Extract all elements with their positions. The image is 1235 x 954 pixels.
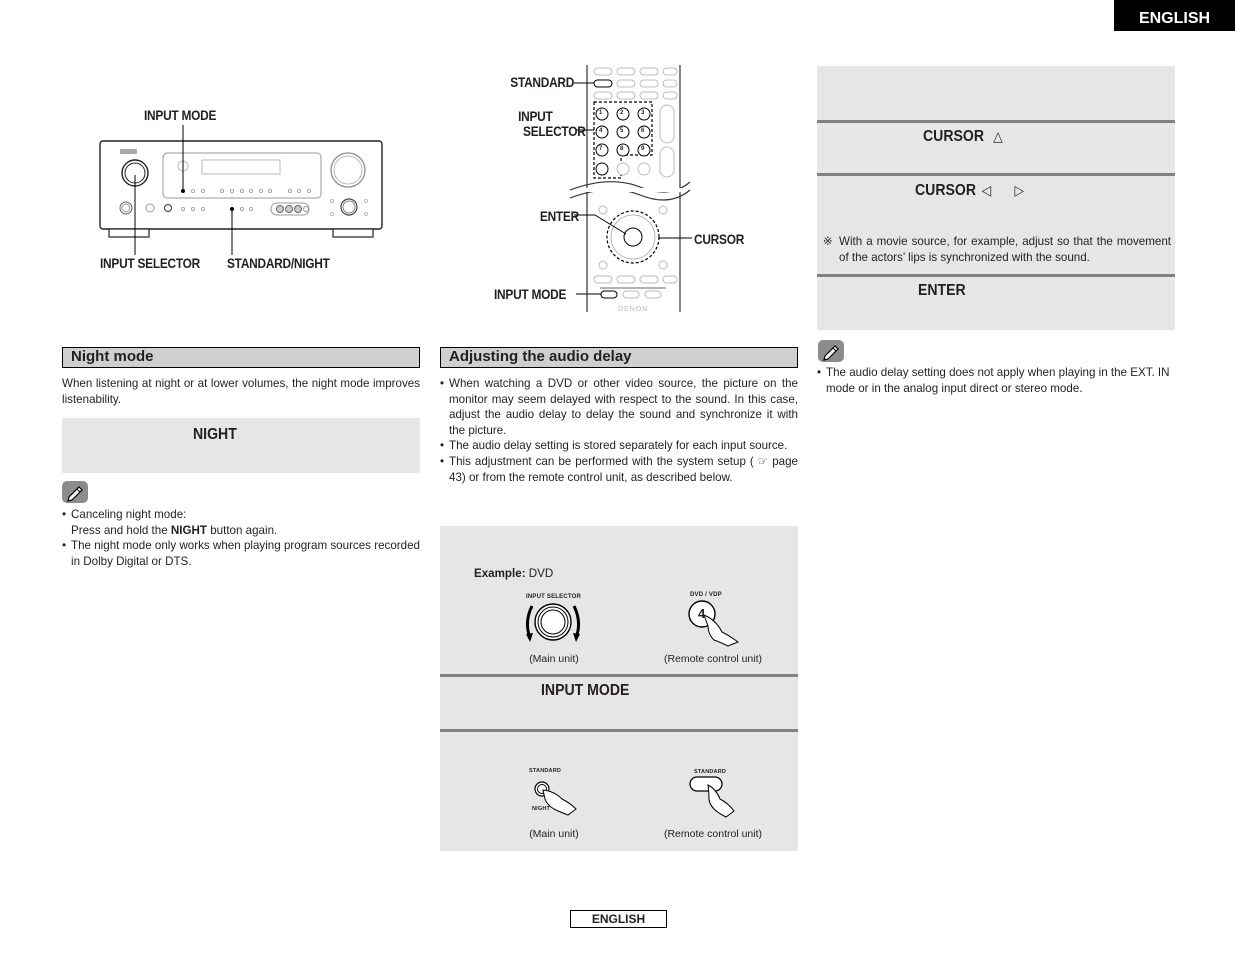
night-mode-notes: Canceling night mode: Press and hold the… bbox=[62, 507, 420, 569]
remote-dvd-button-number: 4 bbox=[698, 606, 706, 621]
audio-delay-bullet: When watching a DVD or other video sourc… bbox=[440, 376, 798, 438]
remote-button-3: 3 bbox=[641, 110, 645, 116]
main-standard-label: STANDARD bbox=[529, 768, 562, 774]
remote-button-6: 6 bbox=[641, 128, 645, 134]
callout-enter: ENTER bbox=[539, 208, 579, 224]
remote-standard-button-press-icon bbox=[689, 776, 735, 818]
night-mode-heading: Night mode bbox=[62, 347, 420, 368]
audio-delay-bullets: When watching a DVD or other video sourc… bbox=[440, 376, 798, 485]
callout-input-selector-line1: INPUT bbox=[518, 108, 553, 124]
movie-source-footnote: ※ With a movie source, for example, adju… bbox=[823, 234, 1171, 265]
remote-brand: DENON bbox=[618, 306, 649, 313]
up-arrow-icon: △ bbox=[993, 128, 1003, 144]
right-steps-panel: CURSOR △ CURSOR ◁ ▷ ※ With a movie sourc… bbox=[817, 66, 1175, 330]
receiver-front-panel-illustration bbox=[99, 125, 383, 255]
remote-button-4: 4 bbox=[599, 128, 603, 134]
step-cursor-lr-label: CURSOR bbox=[915, 182, 977, 199]
audio-delay-note: The audio delay setting does not apply w… bbox=[817, 365, 1175, 396]
night-note-cancel-line2-bold: NIGHT bbox=[170, 523, 207, 537]
footnote-mark: ※ bbox=[823, 235, 833, 248]
example-value: DVD bbox=[528, 567, 554, 580]
step-night: NIGHT bbox=[193, 426, 237, 443]
callout-cursor: CURSOR bbox=[694, 231, 745, 247]
night-note-cancel: Canceling night mode: Press and hold the… bbox=[62, 507, 420, 538]
pencil-note-icon bbox=[62, 481, 88, 503]
audio-delay-bullet: The audio delay setting is stored separa… bbox=[440, 438, 798, 454]
night-note-cancel-line2-prefix: Press and hold the bbox=[71, 523, 171, 537]
language-tab: ENGLISH bbox=[1114, 0, 1235, 31]
main-unit-caption: (Main unit) bbox=[529, 653, 579, 665]
step-enter: ENTER bbox=[918, 282, 966, 299]
example-label: Example: bbox=[474, 567, 526, 580]
remote-diagram: 1 2 3 4 5 6 7 8 9 DENON STANDARD INPUT S… bbox=[490, 60, 760, 315]
callout-input-selector: INPUT SELECTOR bbox=[100, 255, 201, 271]
remote-button-2: 2 bbox=[620, 110, 624, 116]
night-note-sources: The night mode only works when playing p… bbox=[62, 538, 420, 569]
callout-input-mode: INPUT MODE bbox=[144, 107, 217, 123]
main-unit-caption: (Main unit) bbox=[529, 828, 579, 840]
night-note-cancel-line1: Canceling night mode: bbox=[71, 508, 187, 521]
step-cursor-up: CURSOR △ bbox=[923, 128, 1003, 146]
remote-dvd-button-press-icon bbox=[688, 600, 740, 647]
step-divider bbox=[817, 120, 1175, 123]
audio-delay-steps-panel: Example: DVD INPUT SELECTOR DVD / VDP 4 … bbox=[440, 526, 798, 851]
step-divider bbox=[817, 173, 1175, 176]
audio-delay-heading: Adjusting the audio delay bbox=[440, 347, 798, 368]
pencil-note-icon bbox=[818, 340, 844, 362]
left-arrow-icon: ◁ bbox=[981, 182, 992, 198]
step-cursor-up-label: CURSOR bbox=[923, 128, 985, 145]
example-line: Example: DVD bbox=[474, 566, 553, 582]
right-arrow-icon: ▷ bbox=[1014, 182, 1024, 198]
remote-control-illustration bbox=[569, 65, 692, 312]
remote-button-1: 1 bbox=[599, 110, 603, 116]
footer-language-label: ENGLISH bbox=[570, 910, 667, 928]
remote-button-8: 8 bbox=[620, 146, 624, 152]
step-divider bbox=[817, 274, 1175, 277]
step-input-mode: INPUT MODE bbox=[541, 682, 630, 699]
remote-button-7: 7 bbox=[599, 146, 603, 152]
audio-delay-note-list: The audio delay setting does not apply w… bbox=[817, 365, 1175, 396]
night-mode-intro: When listening at night or at lower volu… bbox=[62, 377, 420, 406]
input-selector-knob-icon bbox=[525, 603, 581, 642]
remote-button-5: 5 bbox=[620, 128, 624, 134]
remote-unit-caption: (Remote control unit) bbox=[663, 653, 763, 665]
audio-delay-bullet: This adjustment can be performed with th… bbox=[440, 454, 798, 485]
callout-input-mode-remote: INPUT MODE bbox=[494, 286, 567, 302]
night-step-panel: NIGHT bbox=[62, 418, 420, 473]
step-divider bbox=[440, 729, 798, 732]
step-divider bbox=[440, 674, 798, 677]
remote-unit-caption: (Remote control unit) bbox=[663, 828, 763, 840]
night-note-cancel-line2-suffix: button again. bbox=[206, 523, 278, 537]
callout-standard-night: STANDARD/NIGHT bbox=[227, 255, 330, 271]
callout-standard: STANDARD bbox=[510, 74, 574, 90]
main-standard-button-press-icon bbox=[534, 781, 577, 816]
callout-input-selector-line2: SELECTOR bbox=[523, 123, 586, 139]
main-night-label: NIGHT bbox=[532, 806, 551, 812]
remote-button-9: 9 bbox=[641, 146, 645, 152]
step-cursor-left-right: CURSOR ◁ ▷ bbox=[915, 182, 1024, 200]
main-unit-diagram: INPUT MODE INPUT SELECTOR STANDARD/NIGHT bbox=[95, 105, 395, 275]
footnote-text: With a movie source, for example, adjust… bbox=[839, 235, 1171, 264]
